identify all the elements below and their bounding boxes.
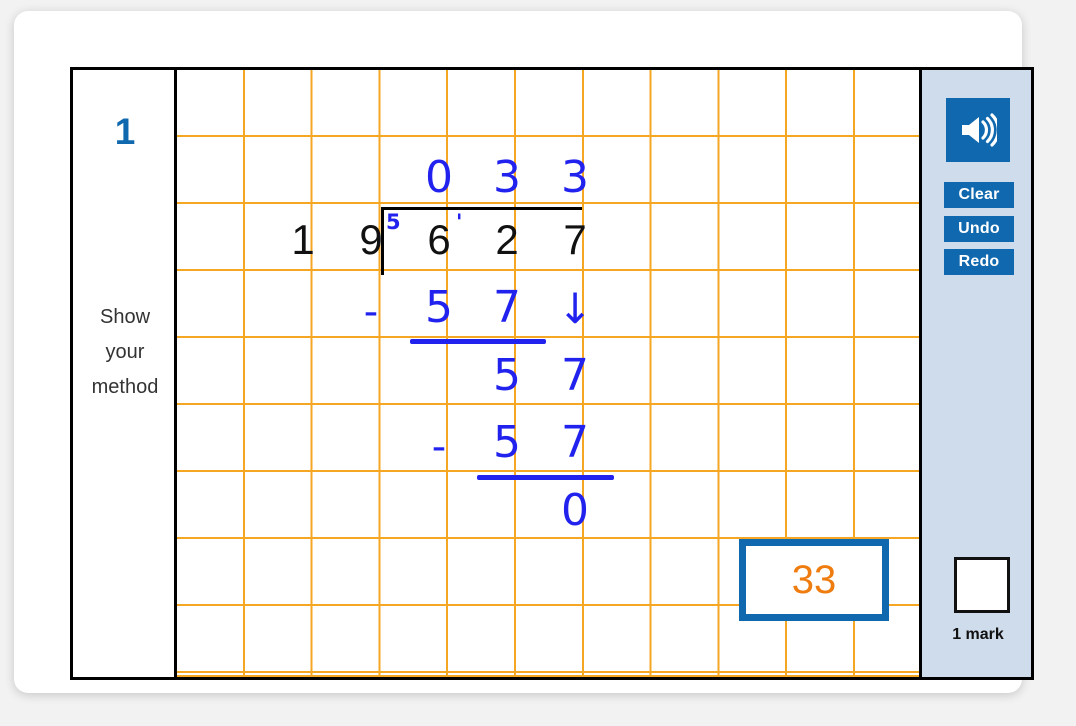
mark-score-box[interactable] [954,557,1010,613]
speaker-icon [959,113,997,147]
quotient-digit-2: 3 [493,152,521,203]
work-row-3-digit-2: 7 [561,417,589,468]
show-your-method-label: Show your method [73,300,177,405]
worksheet-frame: 1 Show your method 0 3 3 1 9 6 2 7 5 ' -… [70,67,1034,680]
bring-down-arrow: ↓ [557,284,593,333]
squared-paper-workspace[interactable]: 0 3 3 1 9 6 2 7 5 ' - 5 7 ↓ 5 7 - 5 7 0 … [177,70,922,677]
redo-button-label: Redo [958,253,1000,270]
subtraction-line-1 [410,339,546,344]
dividend-digit-2: 2 [495,216,519,263]
redo-button[interactable]: Redo [944,249,1014,275]
clear-button[interactable]: Clear [944,182,1014,208]
answer-value: 33 [791,558,837,602]
quotient-digit-1: 0 [425,152,453,203]
quotient-digit-3: 3 [561,152,589,203]
subtraction-line-2 [477,475,614,480]
carry-mark-2: ' [456,210,463,234]
question-label-column: 1 Show your method [73,70,177,677]
audio-play-button[interactable] [946,98,1010,162]
undo-button-label: Undo [958,220,1000,237]
page-root: 1 Show your method 0 3 3 1 9 6 2 7 5 ' -… [0,0,1076,726]
worksheet-card: 1 Show your method 0 3 3 1 9 6 2 7 5 ' -… [14,11,1034,693]
instruction-line-2: your [105,341,145,363]
instruction-line-3: method [91,376,159,398]
work-row-3-minus: - [431,424,447,470]
work-row-4-digit-1: 0 [561,485,589,536]
clear-button-label: Clear [958,186,1000,203]
divisor-digit-1: 1 [291,216,315,263]
answer-box[interactable]: 33 [739,539,889,621]
division-bracket-overbar [381,207,582,210]
question-number: 1 [114,111,136,152]
tool-sidebar: Clear Undo Redo 1 mark [919,70,1031,677]
undo-button[interactable]: Undo [944,216,1014,242]
dividend-digit-3: 7 [563,216,587,263]
work-row-3-digit-1: 5 [493,417,521,468]
instruction-line-1: Show [99,306,151,328]
carry-mark-1: 5 [386,210,401,234]
work-row-1-minus: - [363,289,379,335]
work-row-2-digit-1: 5 [493,350,521,401]
work-row-1-digit-2: 7 [493,282,521,333]
mark-label: 1 mark [952,626,1004,643]
work-row-2-digit-2: 7 [561,350,589,401]
work-row-1-digit-1: 5 [425,282,453,333]
dividend-digit-1: 6 [427,216,451,263]
